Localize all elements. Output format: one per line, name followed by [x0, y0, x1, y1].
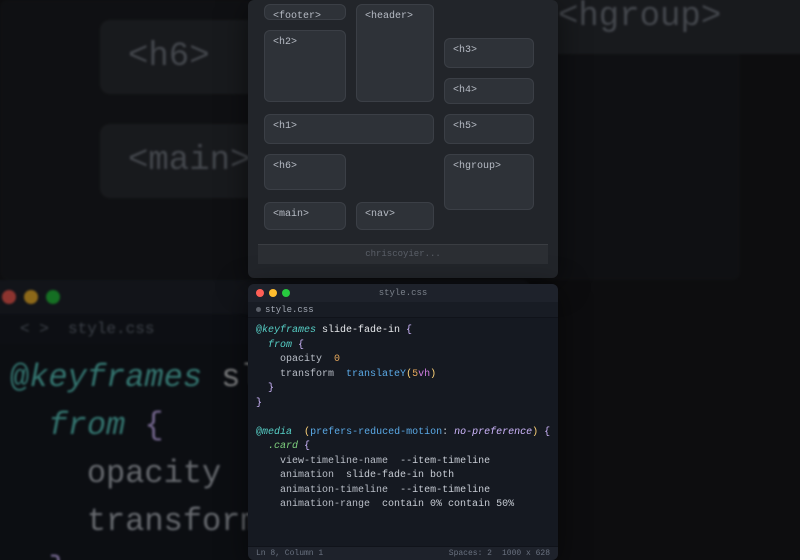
card-h3[interactable]: <h3> [444, 38, 534, 68]
tab-dirty-icon [256, 307, 261, 312]
minimize-icon[interactable] [269, 289, 277, 297]
card-h1[interactable]: <h1> [264, 114, 434, 144]
status-caret: Ln 8, Column 1 [256, 549, 323, 558]
address-bar[interactable]: chriscoyier... [258, 244, 548, 264]
foreground-layer: <footer> <header> <h2> <h3> <h4> <h1> <h… [248, 0, 558, 560]
bg-card: <hgroup> [530, 0, 800, 54]
zoom-icon[interactable] [282, 289, 290, 297]
card-h6[interactable]: <h6> [264, 154, 346, 190]
bg-tab-label: style.css [68, 320, 154, 338]
cards-canvas[interactable]: <footer> <header> <h2> <h3> <h4> <h1> <h… [258, 4, 548, 264]
card-footer[interactable]: <footer> [264, 4, 346, 20]
status-spaces: Spaces: 2 [449, 549, 492, 558]
card-header[interactable]: <header> [356, 4, 434, 102]
code-area[interactable]: @keyframes slide-fade-in { from { opacit… [248, 318, 558, 546]
editor-window[interactable]: style.css style.css @keyframes slide-fad… [248, 284, 558, 560]
minimize-icon [24, 290, 38, 304]
editor-tabbar[interactable]: style.css [248, 302, 558, 318]
card-hgroup[interactable]: <hgroup> [444, 154, 534, 210]
close-icon [2, 290, 16, 304]
card-h4[interactable]: <h4> [444, 78, 534, 104]
status-bar: Ln 8, Column 1 Spaces: 2 1000 x 628 [248, 546, 558, 560]
window-title: style.css [248, 288, 558, 298]
card-main[interactable]: <main> [264, 202, 346, 230]
card-nav[interactable]: <nav> [356, 202, 434, 230]
status-size: 1000 x 628 [502, 549, 550, 558]
card-h2[interactable]: <h2> [264, 30, 346, 102]
zoom-icon [46, 290, 60, 304]
preview-window[interactable]: <footer> <header> <h2> <h3> <h4> <h1> <h… [248, 0, 558, 278]
editor-titlebar[interactable]: style.css [248, 284, 558, 302]
card-h5[interactable]: <h5> [444, 114, 534, 144]
close-icon[interactable] [256, 289, 264, 297]
tab-label[interactable]: style.css [265, 305, 314, 315]
